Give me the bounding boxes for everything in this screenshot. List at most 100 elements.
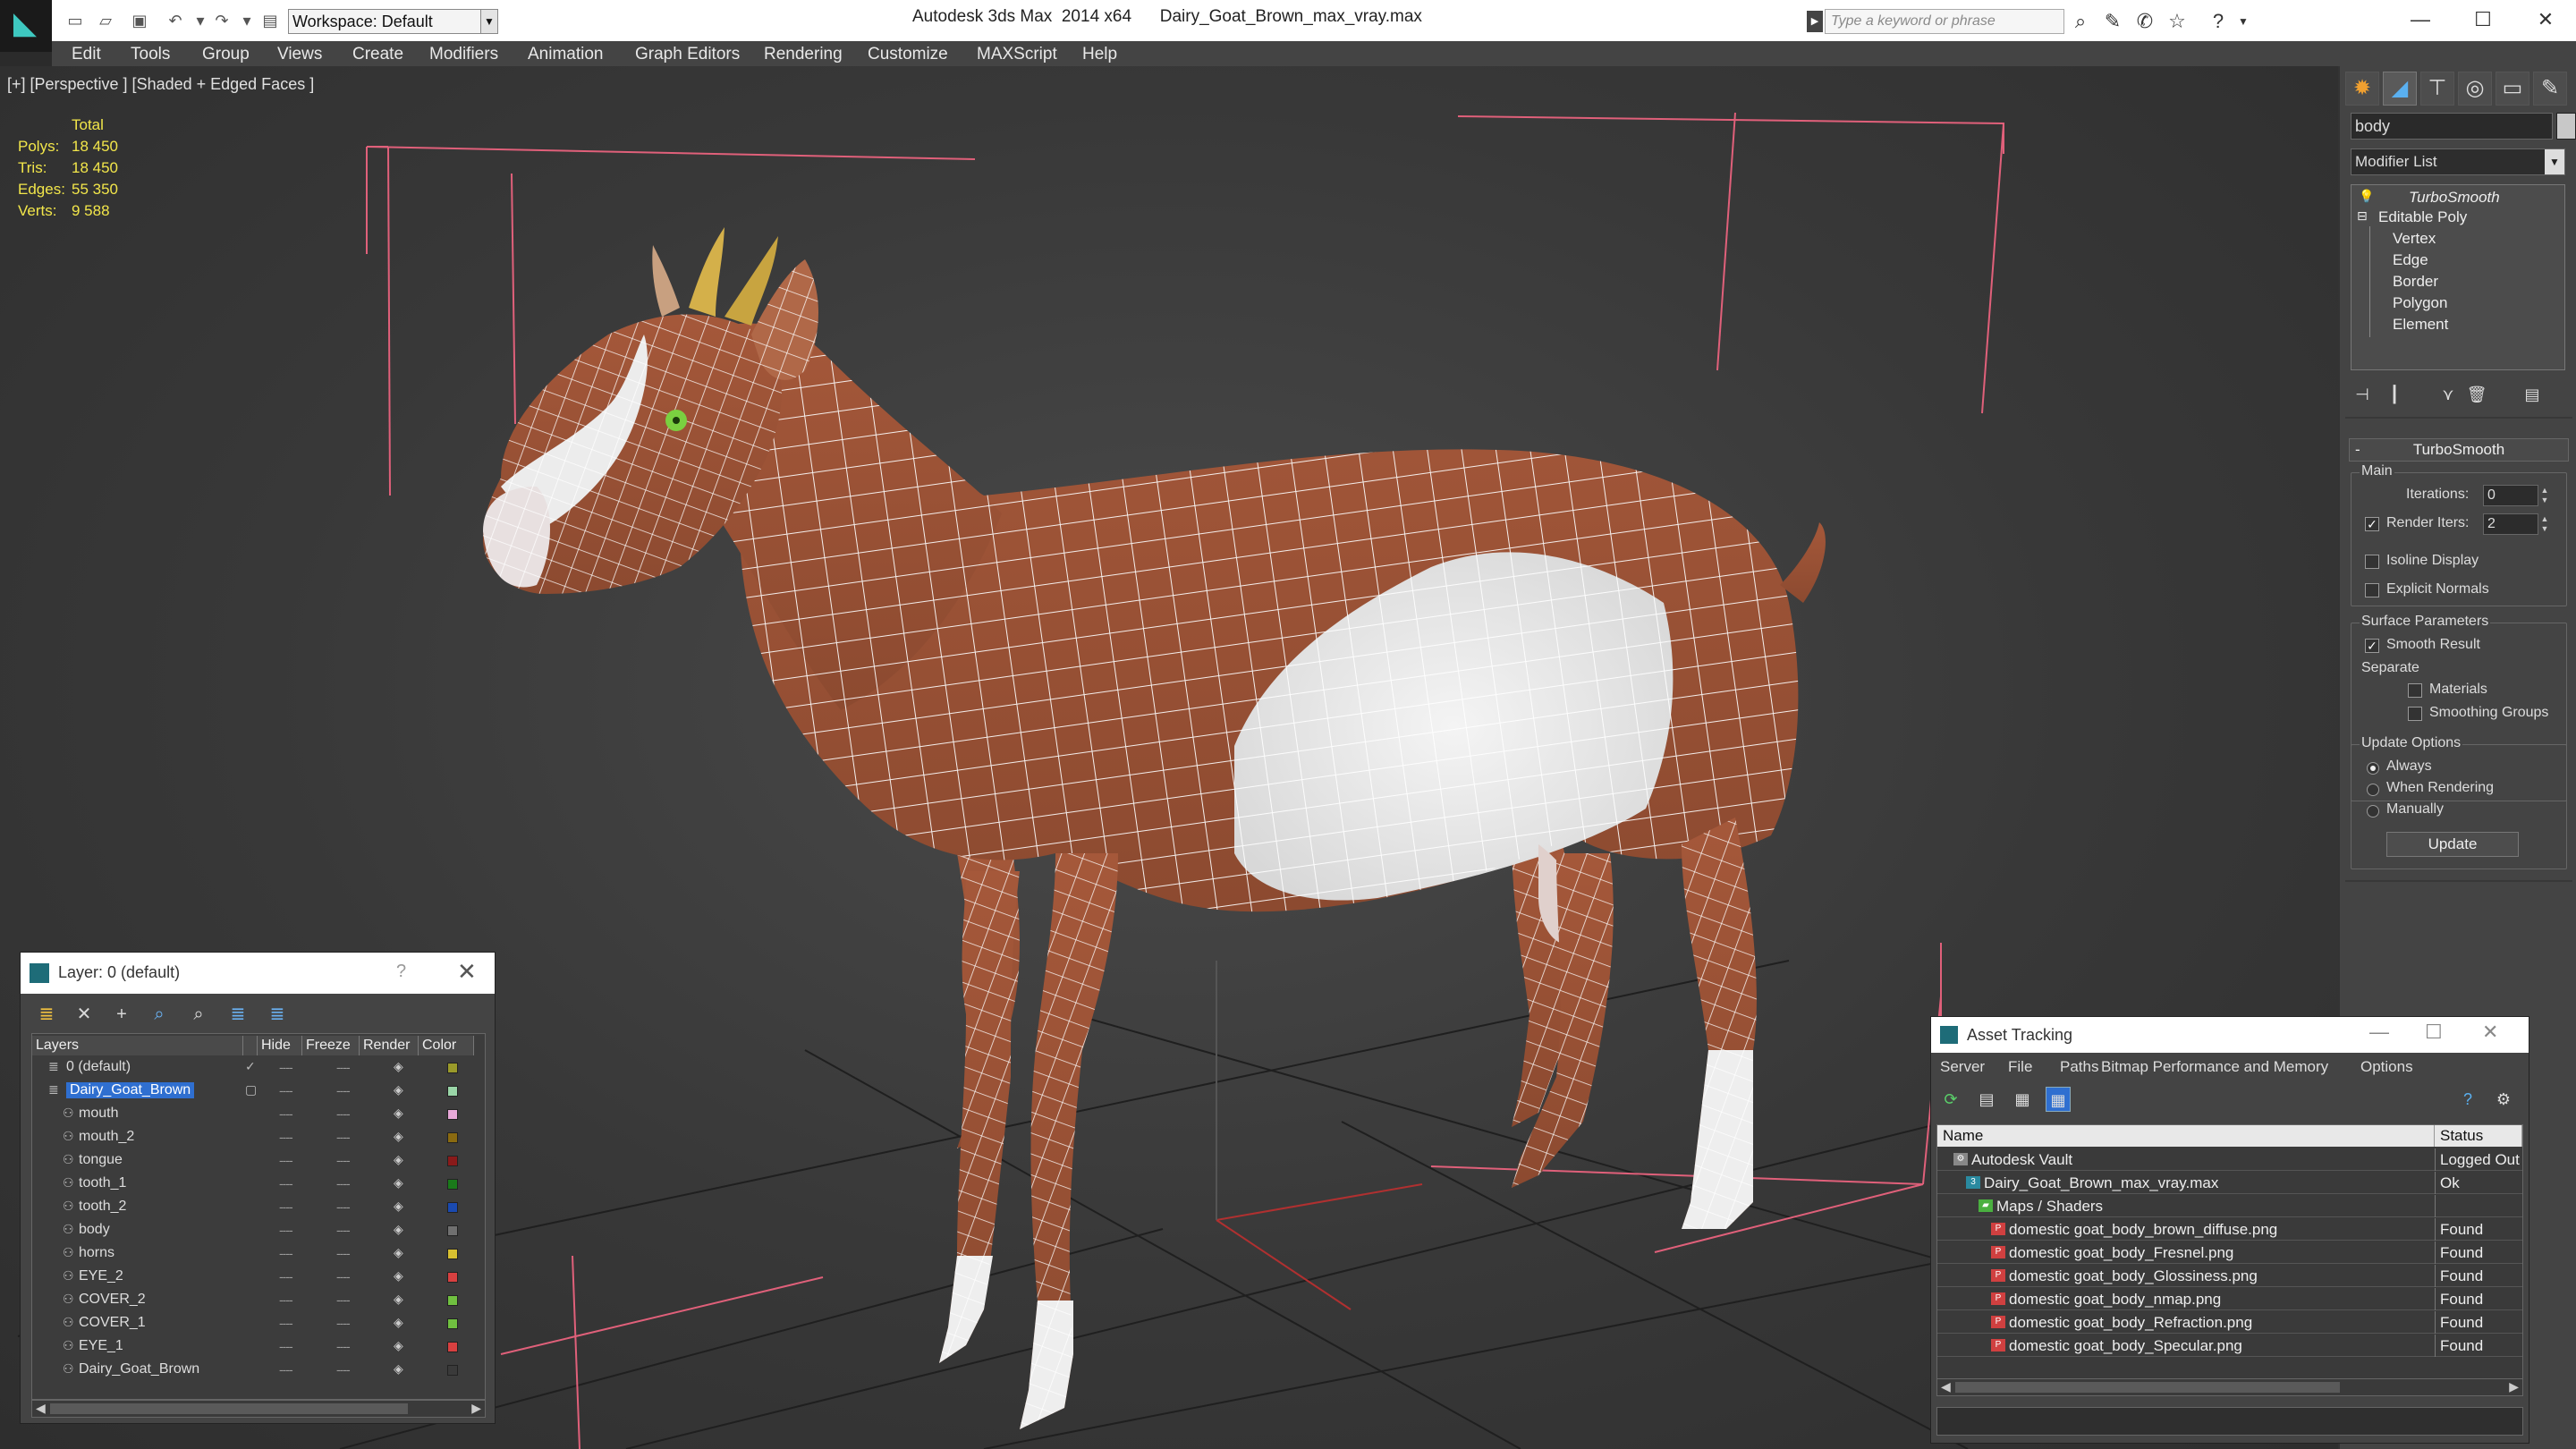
hide-toggle[interactable]: ---- bbox=[279, 1083, 293, 1097]
column-header-hide[interactable]: Hide bbox=[258, 1036, 302, 1055]
render-toggle-icon[interactable]: ◈ bbox=[394, 1059, 403, 1074]
update-button[interactable]: Update bbox=[2386, 832, 2519, 857]
spinner-arrows-icon[interactable]: ▲ ▼ bbox=[2539, 514, 2550, 534]
communication-icon[interactable]: ✆ bbox=[2132, 9, 2157, 34]
scrollbar-thumb[interactable] bbox=[50, 1403, 408, 1414]
highlight-layer-icon[interactable]: ⌕ bbox=[185, 1001, 212, 1028]
modifier-stack[interactable]: 💡 TurboSmooth ⊟ Editable Poly Vertex Edg… bbox=[2351, 184, 2565, 370]
layer-color-swatch[interactable] bbox=[447, 1365, 458, 1376]
tab-hierarchy[interactable]: ⊤ bbox=[2420, 72, 2454, 106]
help-dropdown-icon[interactable]: ▼ bbox=[2231, 9, 2256, 34]
freeze-toggle[interactable]: ---- bbox=[336, 1083, 351, 1097]
subobject-border[interactable]: Border bbox=[2393, 273, 2438, 291]
layer-color-swatch[interactable] bbox=[447, 1086, 458, 1097]
menu-customize[interactable]: Customize bbox=[868, 45, 948, 64]
close-button[interactable]: ✕ bbox=[2528, 4, 2563, 36]
collapse-icon[interactable]: ⊟ bbox=[2357, 208, 2368, 224]
tab-create[interactable]: ✹ bbox=[2345, 72, 2379, 106]
menu-help[interactable]: Help bbox=[1082, 45, 1117, 64]
hide-toggle[interactable]: ---- bbox=[279, 1246, 293, 1260]
layer-row[interactable]: ⚇ tooth_2 ---- ---- ◈ bbox=[32, 1197, 485, 1218]
hide-toggle[interactable]: ---- bbox=[279, 1269, 293, 1284]
minimize-button[interactable]: — bbox=[2402, 4, 2438, 36]
subscription-icon[interactable]: ✎ bbox=[2100, 9, 2125, 34]
iterations-spinner[interactable]: 0 ▲ ▼ bbox=[2483, 485, 2548, 506]
layer-list[interactable]: Layers Hide Freeze Render Color ≣ 0 (defa… bbox=[31, 1033, 486, 1400]
freeze-toggle[interactable]: ---- bbox=[336, 1362, 351, 1377]
hide-toggle[interactable]: ---- bbox=[279, 1199, 293, 1214]
subobject-polygon[interactable]: Polygon bbox=[2393, 294, 2447, 312]
layer-name[interactable]: Dairy_Goat_Brown bbox=[66, 1082, 195, 1098]
maximize-button[interactable]: ☐ bbox=[2425, 1021, 2443, 1044]
pin-stack-icon[interactable]: ⊣ bbox=[2349, 381, 2376, 408]
open-file-icon[interactable]: ▱ bbox=[95, 11, 116, 30]
freeze-toggle[interactable]: ---- bbox=[336, 1269, 351, 1284]
render-toggle-icon[interactable]: ◈ bbox=[394, 1338, 403, 1353]
close-button[interactable]: ✕ bbox=[2482, 1021, 2498, 1044]
layer-row[interactable]: ⚇ horns ---- ---- ◈ bbox=[32, 1243, 485, 1265]
help-icon[interactable]: ? bbox=[2455, 1087, 2480, 1112]
stack-item-editable-poly[interactable]: Editable Poly bbox=[2378, 208, 2467, 226]
layer-row[interactable]: ⚇ tongue ---- ---- ◈ bbox=[32, 1150, 485, 1172]
layer-name[interactable]: tooth_1 bbox=[79, 1175, 126, 1191]
lightbulb-icon[interactable]: 💡 bbox=[2359, 189, 2374, 204]
viewport-label[interactable]: [+] [Perspective ] [Shaded + Edged Faces… bbox=[7, 75, 314, 94]
menu-animation[interactable]: Animation bbox=[528, 45, 604, 64]
menu-bitmap-performance[interactable]: Bitmap Performance and Memory bbox=[2101, 1058, 2328, 1076]
freeze-toggle[interactable]: ---- bbox=[336, 1060, 351, 1074]
app-menu-button[interactable]: ◣ bbox=[0, 0, 52, 52]
render-toggle-icon[interactable]: ◈ bbox=[394, 1199, 403, 1214]
layer-name[interactable]: tooth_2 bbox=[79, 1199, 126, 1215]
render-toggle-icon[interactable]: ◈ bbox=[394, 1175, 403, 1191]
scrollbar-thumb[interactable] bbox=[1955, 1382, 2340, 1393]
explicit-normals-checkbox[interactable] bbox=[2365, 583, 2379, 597]
chevron-down-icon[interactable]: ▼ bbox=[2545, 149, 2564, 174]
horizontal-scrollbar[interactable]: ◀ ▶ bbox=[1936, 1378, 2523, 1396]
layer-row[interactable]: ⚇ Dairy_Goat_Brown ---- ---- ◈ bbox=[32, 1360, 485, 1381]
column-header-name[interactable]: Name bbox=[1937, 1125, 2435, 1147]
freeze-toggle[interactable]: ---- bbox=[336, 1339, 351, 1353]
smoothing-groups-checkbox[interactable] bbox=[2408, 707, 2422, 721]
current-layer-icon[interactable]: ✓ bbox=[245, 1059, 256, 1074]
layer-color-swatch[interactable] bbox=[447, 1179, 458, 1190]
render-toggle-icon[interactable]: ◈ bbox=[394, 1106, 403, 1121]
layer-row[interactable]: ≣ 0 (default) ✓ ---- ---- ◈ bbox=[32, 1057, 485, 1079]
hide-toggle[interactable]: ---- bbox=[279, 1130, 293, 1144]
layer-name[interactable]: tongue bbox=[79, 1152, 123, 1168]
menu-rendering[interactable]: Rendering bbox=[764, 45, 843, 64]
scroll-right-icon[interactable]: ▶ bbox=[471, 1401, 481, 1416]
settings-icon[interactable]: ⚙ bbox=[2491, 1087, 2516, 1112]
layer-row[interactable]: ⚇ COVER_2 ---- ---- ◈ bbox=[32, 1290, 485, 1311]
menu-edit[interactable]: Edit bbox=[72, 45, 101, 64]
hide-toggle[interactable]: ---- bbox=[279, 1316, 293, 1330]
manually-radio[interactable] bbox=[2367, 805, 2379, 818]
new-layer-icon[interactable]: ≣ bbox=[33, 1001, 60, 1028]
when-rendering-radio[interactable] bbox=[2367, 784, 2379, 796]
chevron-down-icon[interactable]: ▼ bbox=[480, 9, 498, 34]
freeze-toggle[interactable]: ---- bbox=[336, 1199, 351, 1214]
render-toggle-icon[interactable]: ◈ bbox=[394, 1361, 403, 1377]
asset-tracking-title-bar[interactable]: Asset Tracking — ☐ ✕ bbox=[1931, 1017, 2529, 1053]
asset-row[interactable]: Pdomestic goat_body_Fresnel.png Found bbox=[1937, 1241, 2522, 1264]
isoline-display-checkbox[interactable] bbox=[2365, 555, 2379, 569]
layer-color-swatch[interactable] bbox=[447, 1063, 458, 1073]
horizontal-scrollbar[interactable]: ◀ ▶ bbox=[31, 1400, 486, 1418]
list-view-icon[interactable]: ▤ bbox=[1974, 1087, 1999, 1112]
layer-row[interactable]: ⚇ EYE_2 ---- ---- ◈ bbox=[32, 1267, 485, 1288]
hide-toggle[interactable]: ---- bbox=[279, 1339, 293, 1353]
asset-row[interactable]: Pdomestic goat_body_brown_diffuse.png Fou… bbox=[1937, 1218, 2522, 1241]
menu-views[interactable]: Views bbox=[277, 45, 322, 64]
stack-item-turbosmooth[interactable]: TurboSmooth bbox=[2409, 189, 2500, 207]
freeze-toggle[interactable]: ---- bbox=[336, 1292, 351, 1307]
project-folder-icon[interactable]: ▤ bbox=[259, 11, 281, 30]
asset-row[interactable]: Pdomestic goat_body_Specular.png Found bbox=[1937, 1335, 2522, 1357]
current-layer-icon[interactable]: ▢ bbox=[245, 1082, 257, 1097]
render-toggle-icon[interactable]: ◈ bbox=[394, 1082, 403, 1097]
scroll-right-icon[interactable]: ▶ bbox=[2509, 1379, 2519, 1394]
asset-row[interactable]: ▰ Maps / Shaders bbox=[1937, 1195, 2522, 1217]
turbosmooth-rollout-header[interactable]: - TurboSmooth bbox=[2349, 438, 2569, 462]
menu-graph-editors[interactable]: Graph Editors bbox=[635, 45, 740, 64]
hide-all-layers-icon[interactable]: ≣ bbox=[225, 1001, 251, 1028]
undo-icon[interactable]: ↶ bbox=[165, 11, 186, 30]
refresh-icon[interactable]: ⟳ bbox=[1938, 1087, 1963, 1112]
